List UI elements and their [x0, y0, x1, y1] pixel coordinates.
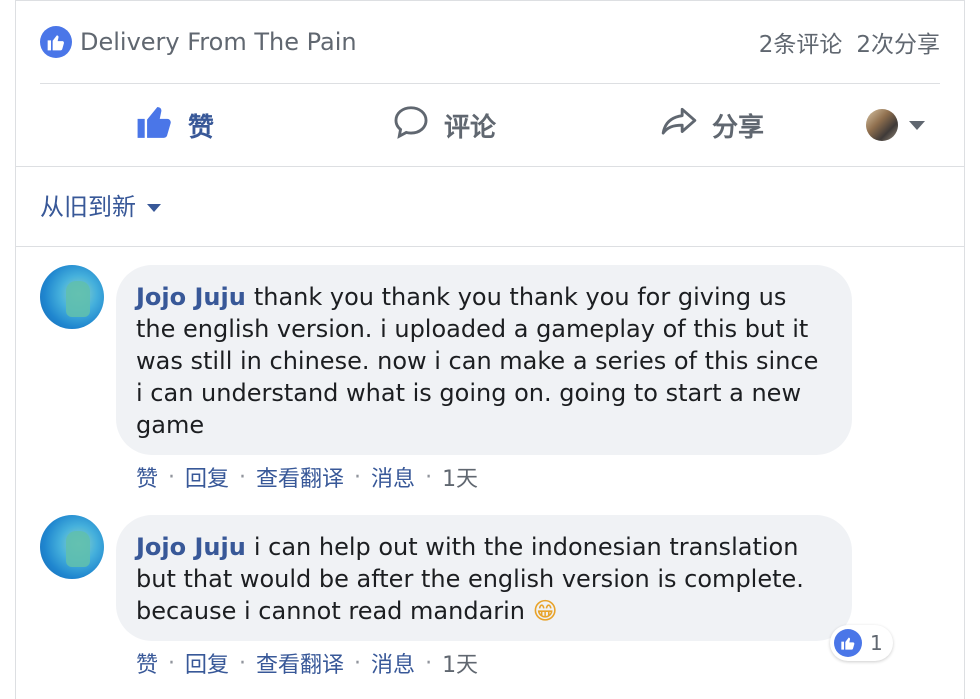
comment-label: 评论 [444, 112, 497, 143]
reaction-count: 1 [870, 631, 883, 655]
grinning-face-icon: 😁 [532, 597, 558, 625]
comment-bubble-icon [392, 103, 430, 148]
like-button[interactable]: 赞 [136, 84, 214, 166]
see-translation-link[interactable]: 查看翻译 [256, 461, 344, 493]
comment-like-link[interactable]: 赞 [136, 647, 158, 679]
thumbs-up-icon [136, 103, 174, 148]
comment-like-link[interactable]: 赞 [136, 461, 158, 493]
comment-reply-link[interactable]: 回复 [185, 461, 229, 493]
sort-label: 从旧到新 [40, 193, 136, 221]
avatar[interactable] [40, 265, 104, 329]
see-translation-link[interactable]: 查看翻译 [256, 647, 344, 679]
message-link[interactable]: 消息 [371, 647, 415, 679]
summary-left: Delivery From The Pain [40, 26, 357, 58]
comments-count-link[interactable]: 2条评论 [759, 25, 843, 59]
thumbs-up-icon[interactable] [40, 26, 72, 58]
comment-bubble: Jojo Juju i can help out with the indones… [116, 515, 852, 641]
post-as-selector[interactable] [866, 109, 926, 141]
comment-timestamp[interactable]: 1天 [442, 647, 478, 679]
divider [16, 246, 964, 247]
summary-counts: 2条评论 2次分享 [759, 25, 940, 59]
like-label: 赞 [188, 112, 215, 143]
post-summary-bar: Delivery From The Pain 2条评论 2次分享 [40, 1, 940, 84]
chevron-down-icon [908, 116, 926, 135]
comment-bubble: Jojo Juju thank you thank you thank you f… [116, 265, 852, 455]
comment-reply-link[interactable]: 回复 [185, 647, 229, 679]
avatar [866, 109, 898, 141]
comment-actions: 赞 · 回复 · 查看翻译 · 消息 · 1天 [136, 647, 478, 679]
reaction-count-badge[interactable]: 1 [830, 625, 893, 661]
comment-actions: 赞 · 回复 · 查看翻译 · 消息 · 1天 [136, 461, 478, 493]
share-arrow-icon [660, 103, 698, 148]
message-link[interactable]: 消息 [371, 461, 415, 493]
share-button[interactable]: 分享 [660, 84, 764, 166]
post-action-bar: 赞 评论 分享 [16, 84, 964, 167]
thumbs-up-icon [834, 629, 862, 657]
comment-author-link[interactable]: Jojo Juju [136, 283, 246, 311]
comment-timestamp[interactable]: 1天 [442, 461, 478, 493]
post-card: Delivery From The Pain 2条评论 2次分享 赞 评论 分享… [15, 0, 965, 699]
chevron-down-icon [146, 191, 162, 219]
comment-author-link[interactable]: Jojo Juju [136, 533, 246, 561]
share-label: 分享 [712, 112, 765, 143]
shares-count-link[interactable]: 2次分享 [856, 25, 940, 59]
avatar[interactable] [40, 515, 104, 579]
post-title: Delivery From The Pain [80, 28, 357, 56]
comment-sort-dropdown[interactable]: 从旧到新 [40, 187, 162, 222]
